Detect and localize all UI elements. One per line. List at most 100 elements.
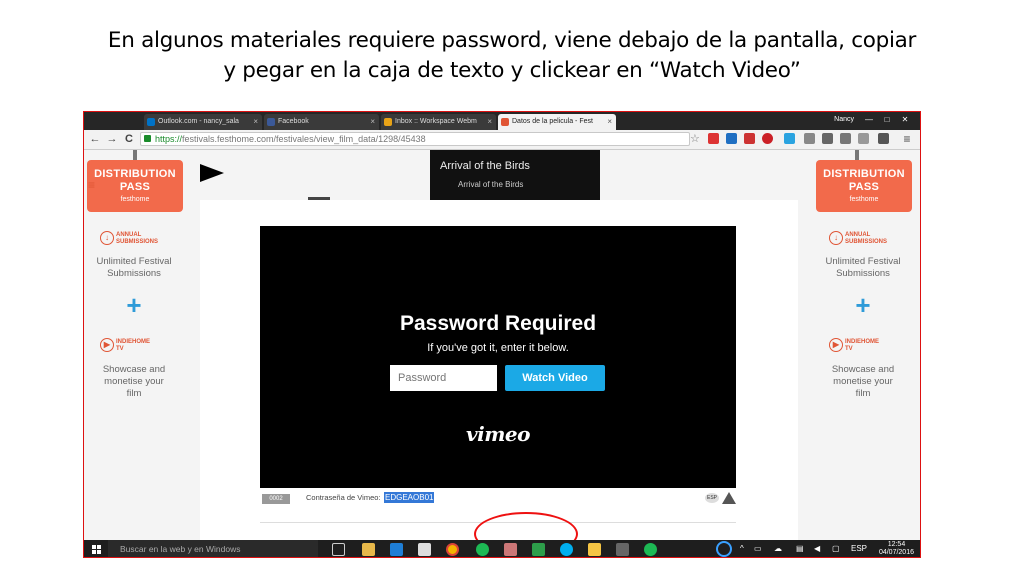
twitter-ext-icon[interactable] [784, 133, 795, 144]
bookmark-star-icon[interactable]: ☆ [690, 132, 700, 145]
extension-icon[interactable] [840, 133, 851, 144]
distribution-label: DISTRIBUTION [823, 168, 905, 180]
plus-icon: + [126, 290, 142, 320]
dropbox-icon[interactable] [804, 133, 815, 144]
share-ext-icon[interactable] [822, 133, 833, 144]
close-window-icon[interactable]: ✕ [898, 115, 912, 125]
festhome-brand: festhome [849, 196, 879, 203]
profile-name[interactable]: Nancy [834, 114, 854, 126]
close-icon[interactable]: × [607, 114, 612, 130]
slide-title: En algunos materiales requiere password,… [40, 26, 984, 86]
save-ext-icon[interactable] [878, 133, 889, 144]
distribution-pass-banner[interactable]: DISTRIBUTION PASS festhome [816, 160, 912, 212]
watch-video-button[interactable]: Watch Video [505, 365, 605, 391]
address-bar: ← → C https://festivals.festhome.com/fes… [84, 130, 920, 150]
tv-label: TV [116, 346, 124, 352]
outlook-ext-icon[interactable] [726, 133, 737, 144]
network-icon[interactable]: ▤ [796, 544, 804, 553]
annual-submissions-badge[interactable]: ↓ ANNUAL SUBMISSIONS [98, 228, 168, 250]
url-scheme: https:// [155, 134, 183, 144]
close-icon[interactable]: × [487, 114, 492, 130]
adblock-icon[interactable] [708, 133, 719, 144]
taskbar-search[interactable]: Buscar en la web y en Windows [108, 540, 318, 557]
slide-title-line1: En algunos materiales requiere password,… [107, 28, 917, 53]
battery-icon[interactable]: ▭ [754, 544, 762, 553]
spotify-icon[interactable] [644, 543, 657, 556]
store-icon[interactable] [418, 543, 431, 556]
showcase-text: Showcase and monetise your film [831, 364, 895, 399]
back-icon[interactable]: ← [88, 132, 102, 146]
unlimited-text: Unlimited Festival Submissions [825, 256, 901, 279]
pass-label: PASS [119, 181, 151, 193]
browser-screenshot: Outlook.com - nancy_sala × Facebook × In… [83, 111, 921, 558]
language-indicator[interactable]: ESP [851, 544, 867, 553]
cloud-icon[interactable]: ☁ [774, 544, 782, 553]
notifications-icon[interactable]: ▢ [832, 544, 840, 553]
password-subheading: If you've got it, enter it below. [427, 342, 569, 354]
showcase-text: Showcase and monetise your film [102, 364, 166, 399]
paint-icon[interactable] [504, 543, 517, 556]
left-sidebar: DISTRIBUTION PASS festhome ≡ ↓ ANNUAL SU… [84, 150, 200, 540]
clock-date: 04/07/2016 [878, 549, 914, 556]
hamburger-icon[interactable]: ≡ [88, 178, 95, 192]
outlook-icon [147, 118, 155, 126]
download-icon: ↓ [100, 231, 114, 245]
photos-icon[interactable] [616, 543, 629, 556]
language-badge[interactable]: ESP [705, 493, 719, 503]
skype-icon[interactable] [560, 543, 573, 556]
indiehome-badge[interactable]: ▶ INDIEHOME TV [827, 335, 897, 357]
close-icon[interactable]: × [253, 114, 258, 130]
help-icon[interactable] [716, 541, 732, 557]
festhome-icon [501, 118, 509, 126]
distribution-label: DISTRIBUTION [94, 168, 176, 180]
reload-icon[interactable]: C [122, 132, 136, 146]
password-input[interactable] [390, 365, 497, 391]
file-explorer-icon[interactable] [362, 543, 375, 556]
system-clock[interactable]: 12:54 04/07/2016 [879, 541, 914, 557]
tab-inbox[interactable]: Inbox :: Workspace Webm × [381, 114, 496, 130]
annual-label: ANNUAL [116, 232, 142, 238]
minimize-icon[interactable]: — [862, 115, 876, 125]
submissions-label: SUBMISSIONS [845, 239, 888, 245]
tab-label: Facebook [278, 118, 309, 125]
tv-label: TV [845, 346, 853, 352]
menu-icon[interactable]: ≡ [900, 132, 914, 146]
puzzle-icon[interactable] [858, 133, 869, 144]
play-triangle-icon [200, 164, 224, 182]
chevron-up-icon[interactable]: ^ [740, 544, 744, 553]
edge-icon[interactable] [390, 543, 403, 556]
vimeo-player: Password Required If you've got it, ente… [260, 226, 736, 488]
tab-label: Outlook.com - nancy_sala [158, 118, 239, 125]
task-view-icon[interactable] [332, 543, 345, 556]
forward-icon[interactable]: → [105, 132, 119, 146]
windows-start-icon[interactable] [92, 545, 102, 555]
maximize-icon[interactable]: □ [880, 115, 894, 125]
tab-festhome[interactable]: Datos de la pelicula - Fest × [498, 114, 616, 130]
password-value[interactable]: EDGEAOB01 [384, 492, 435, 503]
url-field[interactable]: https://festivals.festhome.com/festivale… [140, 132, 690, 146]
tab-outlook[interactable]: Outlook.com - nancy_sala × [144, 114, 262, 130]
drive-icon[interactable] [532, 543, 545, 556]
spotify-icon[interactable] [476, 543, 489, 556]
pin-icon [133, 150, 137, 160]
folder-icon[interactable] [588, 543, 601, 556]
tab-bar: Outlook.com - nancy_sala × Facebook × In… [84, 112, 920, 130]
pin-icon [855, 150, 859, 160]
distribution-pass-banner[interactable]: DISTRIBUTION PASS festhome [87, 160, 183, 212]
tab-facebook[interactable]: Facebook × [264, 114, 379, 130]
chrome-icon[interactable] [446, 543, 459, 556]
windows-taskbar: Buscar en la web y en Windows ^ ▭ ☁ ▤ ◀ … [84, 540, 920, 557]
password-label: Contraseña de Vimeo: [306, 493, 381, 502]
warning-icon[interactable] [722, 492, 736, 504]
pass-label: PASS [848, 181, 880, 193]
vimeo-logo: vimeo [466, 422, 530, 446]
volume-icon[interactable]: ◀ [814, 544, 820, 553]
mail-icon [384, 118, 392, 126]
download-icon: ↓ [829, 231, 843, 245]
annual-submissions-badge[interactable]: ↓ ANNUAL SUBMISSIONS [827, 228, 897, 250]
divider [308, 197, 330, 200]
calendar-ext-icon[interactable] [744, 133, 755, 144]
pinterest-icon[interactable] [762, 133, 773, 144]
close-icon[interactable]: × [370, 114, 375, 130]
indiehome-badge[interactable]: ▶ INDIEHOME TV [98, 335, 168, 357]
